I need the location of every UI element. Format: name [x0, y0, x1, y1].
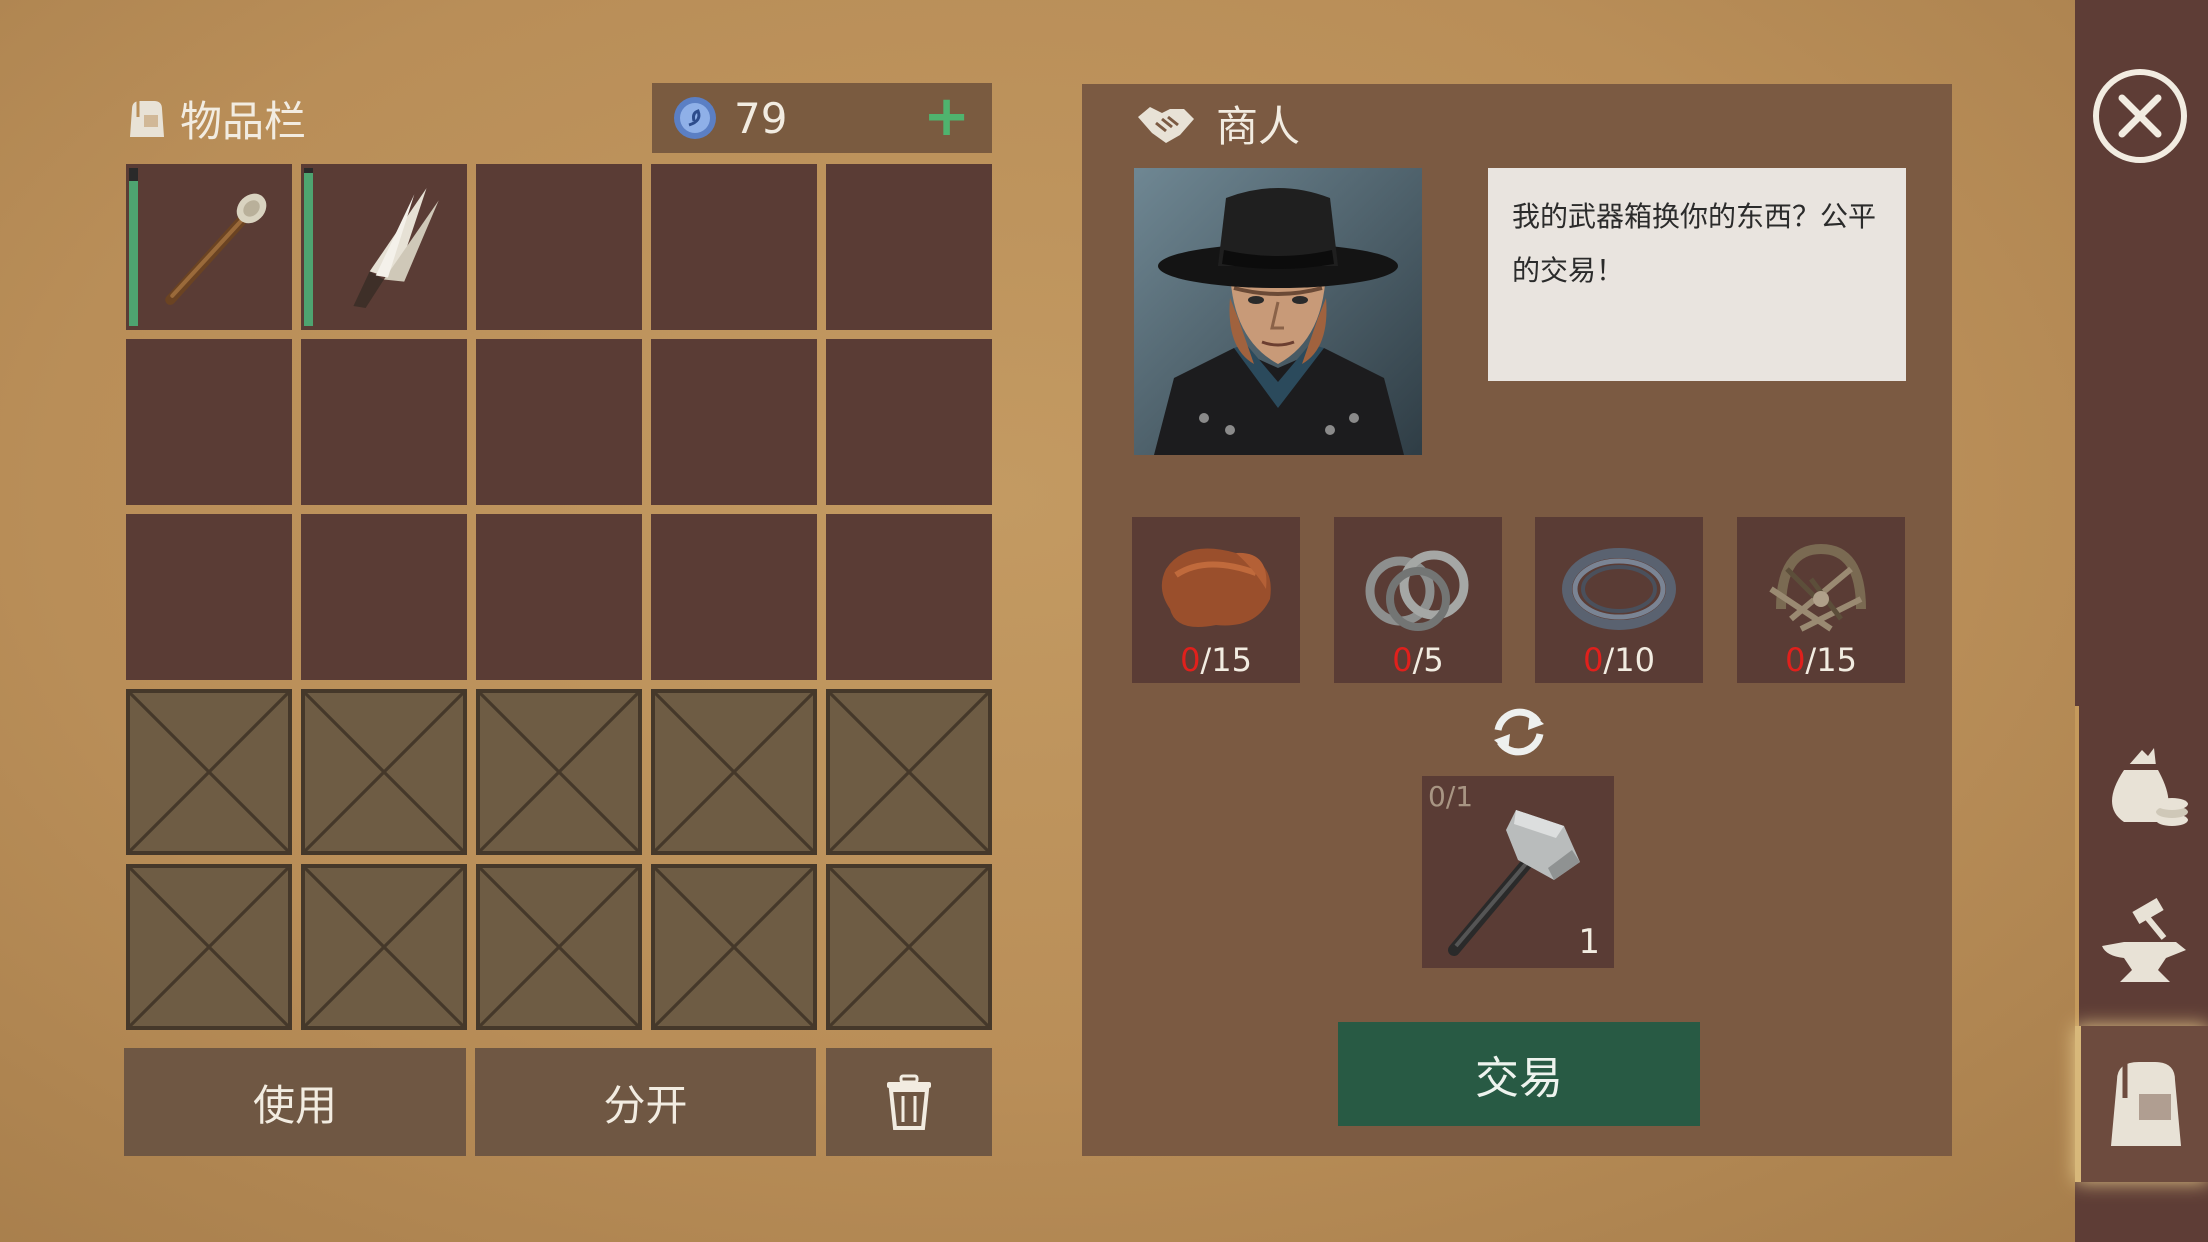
inventory-slot[interactable] — [826, 164, 992, 330]
inventory-slot[interactable] — [301, 339, 467, 505]
close-icon[interactable] — [2090, 66, 2190, 166]
anvil-hammer-icon — [2101, 897, 2186, 982]
inventory-grid — [126, 164, 998, 1030]
durability-bar — [129, 168, 138, 326]
requirement-have: 0 — [1785, 641, 1806, 679]
requirement-need: /15 — [1805, 641, 1857, 679]
hammer-icon — [1448, 810, 1580, 956]
handshake-icon — [1138, 107, 1194, 143]
locked-cross-icon — [130, 868, 288, 1026]
trash-icon — [887, 1074, 931, 1130]
inventory-slot[interactable] — [126, 339, 292, 505]
leather-icon — [1161, 548, 1271, 627]
trash-button[interactable] — [826, 1048, 992, 1156]
locked-cross-icon — [655, 868, 813, 1026]
use-button[interactable]: 使用 — [124, 1048, 466, 1156]
exchange-arrows-icon — [1494, 708, 1544, 756]
durability-bar — [304, 168, 313, 326]
locked-slot — [651, 689, 817, 855]
inventory-slot[interactable] — [476, 514, 642, 680]
inventory-title: 物品栏 — [180, 96, 307, 146]
locked-slot — [301, 689, 467, 855]
trade-result-slot[interactable]: 0/1 1 — [1422, 776, 1614, 968]
inventory-slot[interactable] — [476, 164, 642, 330]
requirement-need: /15 — [1200, 641, 1252, 679]
split-button[interactable]: 分开 — [475, 1048, 816, 1156]
merchant-portrait — [1134, 168, 1422, 455]
requirement-slot-scrap-metal[interactable]: 0/15 — [1737, 517, 1905, 683]
add-currency-button[interactable]: + — [923, 89, 970, 145]
backpack-icon — [130, 101, 164, 137]
locked-cross-icon — [480, 868, 638, 1026]
locked-slot — [126, 864, 292, 1030]
wire-coil-icon — [1562, 548, 1676, 630]
requirement-slot-leather[interactable]: 0/15 — [1132, 517, 1300, 683]
inventory-slot[interactable] — [826, 514, 992, 680]
inventory-slot[interactable] — [651, 164, 817, 330]
coin-icon — [674, 97, 716, 139]
tab-trade[interactable] — [2075, 706, 2208, 866]
merchant-dialogue: 我的武器箱换你的东西？公平的交易！ — [1488, 168, 1906, 381]
merchant-header: 商人 — [1136, 92, 1300, 154]
locked-slot — [476, 864, 642, 1030]
locked-cross-icon — [830, 693, 988, 851]
inventory-slot[interactable] — [651, 514, 817, 680]
inventory-header: 物品栏 — [124, 88, 306, 148]
inventory-slot[interactable] — [301, 164, 467, 330]
locked-cross-icon — [305, 693, 463, 851]
trade-result-quantity: 1 — [1578, 922, 1600, 962]
backpack-icon — [2110, 1062, 2181, 1146]
torch-icon — [165, 193, 267, 305]
tab-inventory[interactable] — [2075, 1026, 2208, 1182]
tab-crafting[interactable] — [2075, 866, 2208, 1026]
currency-amount: 79 — [734, 93, 788, 143]
merchant-title: 商人 — [1216, 101, 1301, 151]
inventory-slot[interactable] — [826, 339, 992, 505]
locked-cross-icon — [480, 693, 638, 851]
money-bag-icon — [2111, 748, 2188, 826]
inventory-slot[interactable] — [301, 514, 467, 680]
locked-slot — [126, 689, 292, 855]
inventory-slot[interactable] — [126, 164, 292, 330]
iron-rings-icon — [1365, 550, 1469, 631]
currency-display: 79 + — [652, 83, 992, 153]
locked-slot — [826, 689, 992, 855]
scrap-metal-icon — [1769, 543, 1866, 632]
requirement-slot-iron-rings[interactable]: 0/5 — [1334, 517, 1502, 683]
inventory-slot[interactable] — [126, 514, 292, 680]
requirement-need: /10 — [1603, 641, 1655, 679]
locked-cross-icon — [305, 868, 463, 1026]
locked-slot — [651, 864, 817, 1030]
locked-cross-icon — [830, 868, 988, 1026]
inventory-slot[interactable] — [476, 339, 642, 505]
locked-cross-icon — [130, 693, 288, 851]
requirement-slot-wire-coil[interactable]: 0/10 — [1535, 517, 1703, 683]
requirement-have: 0 — [1180, 641, 1201, 679]
requirement-have: 0 — [1392, 641, 1413, 679]
locked-slot — [826, 864, 992, 1030]
requirement-need: /5 — [1412, 641, 1444, 679]
locked-cross-icon — [655, 693, 813, 851]
locked-slot — [476, 689, 642, 855]
trade-button[interactable]: 交易 — [1338, 1022, 1700, 1126]
bone-knife-icon — [353, 188, 439, 308]
requirement-have: 0 — [1583, 641, 1604, 679]
inventory-slot[interactable] — [651, 339, 817, 505]
locked-slot — [301, 864, 467, 1030]
trade-result-counter: 0/1 — [1428, 780, 1474, 813]
